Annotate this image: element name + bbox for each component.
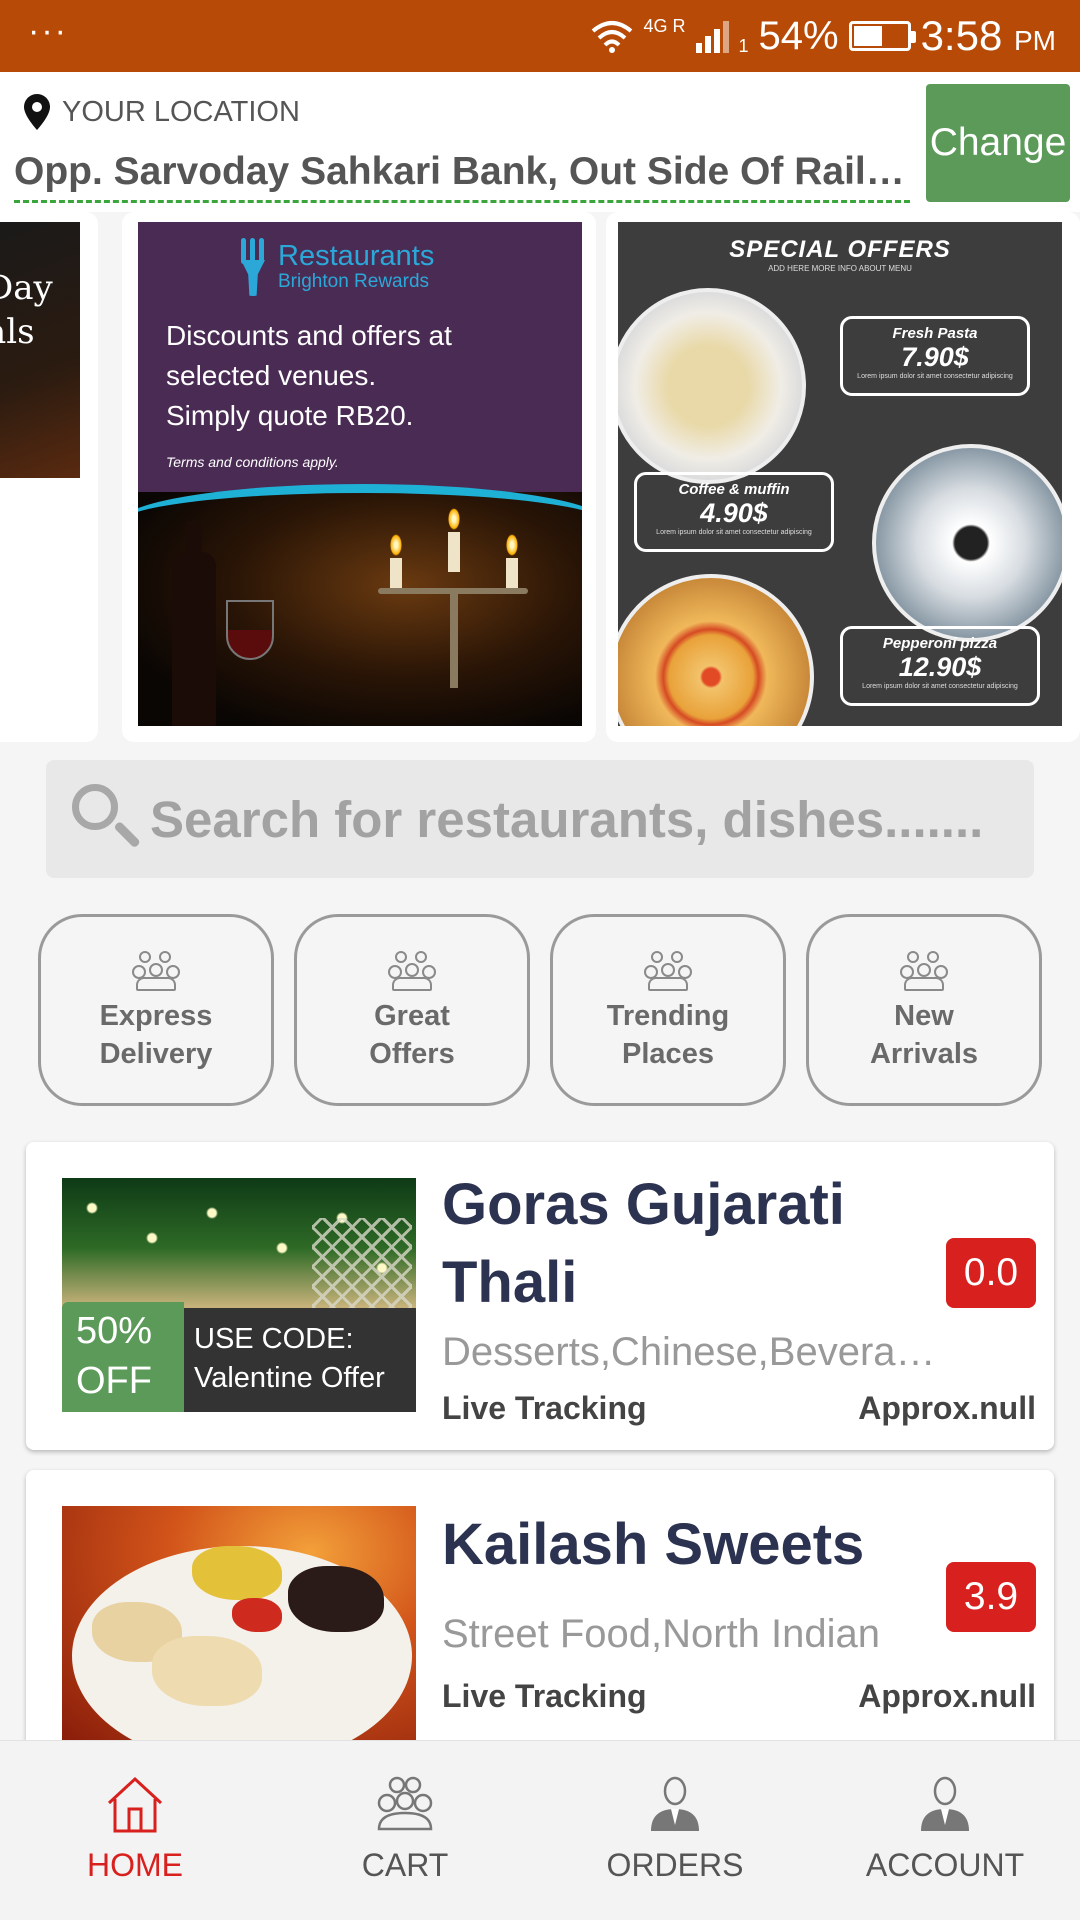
restaurant-name: Goras Gujarati Thali — [442, 1172, 845, 1315]
category-trending-places[interactable]: Trending Places — [550, 914, 786, 1106]
category-great-offers[interactable]: Great Offers — [294, 914, 530, 1106]
live-tracking-label: Live Tracking — [442, 1390, 647, 1426]
wine-bottle — [172, 522, 216, 726]
restaurant-image — [62, 1506, 416, 1740]
banner-image-1: Day als — [0, 222, 80, 478]
map-pin-icon — [24, 94, 50, 130]
search-icon — [72, 784, 141, 852]
offers-carousel[interactable]: Day als Restaurants Brighton Rewards Dis… — [0, 212, 1080, 744]
network-type: 4G R — [643, 15, 686, 36]
promo-code: USE CODE: Valentine Offer — [184, 1308, 416, 1412]
people-icon — [644, 951, 692, 991]
search-input[interactable] — [150, 760, 1020, 878]
location-header: YOUR LOCATION Opp. Sarvoday Sahkari Bank… — [0, 72, 1080, 212]
banner-image-3: SPECIAL OFFERS ADD HERE MORE INFO ABOUT … — [618, 222, 1062, 726]
banner-2-terms: Terms and conditions apply. — [166, 454, 339, 470]
rating-badge: 3.9 — [946, 1562, 1036, 1632]
nav-account[interactable]: ACCOUNT — [810, 1741, 1080, 1920]
nav-home[interactable]: HOME — [0, 1741, 270, 1920]
restaurant-card[interactable]: Kailash Sweets 3.9 Street Food,North Ind… — [26, 1470, 1054, 1760]
restaurants-logo: Restaurants Brighton Rewards — [238, 238, 434, 296]
discount-badge: 50% OFF — [62, 1302, 184, 1412]
price-tag-pasta: Fresh Pasta 7.90$ Lorem ipsum dolor sit … — [840, 316, 1030, 396]
special-offers-subtitle: ADD HERE MORE INFO ABOUT MENU — [768, 264, 912, 273]
wine-glass — [226, 600, 274, 660]
home-icon — [107, 1776, 163, 1833]
wifi-icon — [592, 21, 633, 53]
banner-2-copy: Discounts and offers at selected venues.… — [166, 320, 452, 431]
fork-icon — [238, 238, 268, 296]
people-icon — [132, 951, 180, 991]
nav-cart[interactable]: CART — [270, 1741, 540, 1920]
approx-time: Approx.null — [858, 1678, 1036, 1714]
battery-percent: 54% — [758, 13, 839, 58]
restaurant-name: Kailash Sweets — [442, 1512, 865, 1577]
category-new-arrivals[interactable]: New Arrivals — [806, 914, 1042, 1106]
banner-card-1[interactable]: Day als — [0, 212, 98, 742]
status-bar: ··· 4G R 1 54% 3:58 PM — [0, 0, 1080, 72]
banner-card-2[interactable]: Restaurants Brighton Rewards Discounts a… — [122, 212, 596, 742]
clock: 3:58 PM — [920, 12, 1056, 59]
special-offers-title: SPECIAL OFFERS — [729, 236, 951, 263]
banner-image-2: Restaurants Brighton Rewards Discounts a… — [138, 222, 582, 726]
price-tag-coffee: Coffee & muffin 4.90$ Lorem ipsum dolor … — [634, 472, 834, 552]
bottom-navigation: HOME CART ORDERS ACCOUNT — [0, 1740, 1080, 1920]
coffee-plate — [872, 444, 1062, 642]
people-icon — [388, 951, 436, 991]
restaurant-cuisine: Desserts,Chinese,Beverages — [442, 1330, 938, 1374]
location-label: YOUR LOCATION — [62, 95, 300, 128]
sim-number: 1 — [738, 35, 749, 56]
live-tracking-label: Live Tracking — [442, 1678, 647, 1714]
banner-2-wave — [138, 484, 582, 544]
notification-dots: ··· — [28, 12, 68, 50]
banner-card-3[interactable]: SPECIAL OFFERS ADD HERE MORE INFO ABOUT … — [606, 212, 1080, 742]
rating-badge: 0.0 — [946, 1238, 1036, 1308]
banner-1-text: Day als — [0, 268, 53, 352]
category-filters: Express Delivery Great Offers Trending P… — [38, 914, 1042, 1108]
location-label-row: YOUR LOCATION — [24, 94, 300, 130]
restaurant-image: 50% OFF USE CODE: Valentine Offer — [62, 1178, 416, 1412]
people-icon — [900, 951, 948, 991]
person-tie-icon — [921, 1776, 969, 1831]
location-address[interactable]: Opp. Sarvoday Sahkari Bank, Out Side Of … — [14, 150, 910, 203]
pizza-plate — [618, 574, 814, 726]
pasta-plate — [618, 288, 806, 484]
approx-time: Approx.null — [858, 1390, 1036, 1426]
price-tag-pizza: Pepperoni pizza 12.90$ Lorem ipsum dolor… — [840, 626, 1040, 706]
battery-icon — [848, 21, 916, 51]
restaurant-card[interactable]: 50% OFF USE CODE: Valentine Offer Goras … — [26, 1142, 1054, 1450]
people-icon — [377, 1776, 433, 1831]
nav-orders[interactable]: ORDERS — [540, 1741, 810, 1920]
change-location-button[interactable]: Change — [926, 84, 1070, 202]
search-bar[interactable] — [46, 760, 1034, 878]
status-icons: 4G R 1 54% 3:58 PM — [591, 10, 1056, 62]
restaurant-cuisine: Street Food,North Indian — [442, 1612, 881, 1656]
person-tie-icon — [651, 1776, 699, 1831]
category-express-delivery[interactable]: Express Delivery — [38, 914, 274, 1106]
signal-icon — [695, 19, 729, 53]
